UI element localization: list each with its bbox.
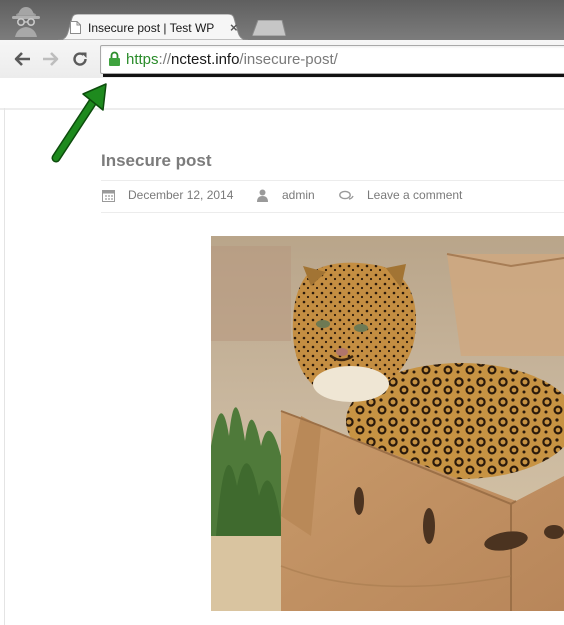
post-date[interactable]: December 12, 2014 [128, 188, 233, 202]
post-author[interactable]: admin [282, 188, 315, 202]
back-arrow-icon[interactable] [11, 49, 33, 69]
meta-divider-top [101, 180, 564, 181]
comments-icon [339, 190, 354, 200]
incognito-icon [12, 7, 40, 37]
reload-icon[interactable] [69, 49, 91, 69]
leave-comment-link[interactable]: Leave a comment [367, 188, 462, 202]
tab-strip: Insecure post | Test WP × [0, 0, 564, 40]
address-bar[interactable]: https://nctest.info/insecure-post/ [100, 45, 564, 74]
lock-icon[interactable] [108, 51, 121, 67]
url-text: https://nctest.info/insecure-post/ [126, 51, 338, 68]
page-load-bar [103, 74, 564, 77]
post-image [211, 236, 564, 611]
page-left-border [4, 108, 5, 625]
page-icon [70, 21, 81, 34]
url-scheme: https [126, 51, 159, 68]
url-separator: :// [158, 51, 172, 68]
calendar-icon [102, 190, 115, 202]
post-title[interactable]: Insecure post [101, 151, 212, 171]
url-path: /insecure-post/ [239, 51, 338, 68]
new-tab-button[interactable] [252, 20, 286, 36]
tab-title: Insecure post | Test WP [88, 21, 215, 35]
meta-divider-bottom [101, 212, 564, 213]
tab-active[interactable]: Insecure post | Test WP × [58, 14, 248, 40]
user-icon [257, 189, 268, 202]
close-tab-icon[interactable]: × [230, 20, 238, 35]
url-host: nctest.info [171, 51, 240, 68]
forward-arrow-icon[interactable] [40, 49, 62, 69]
